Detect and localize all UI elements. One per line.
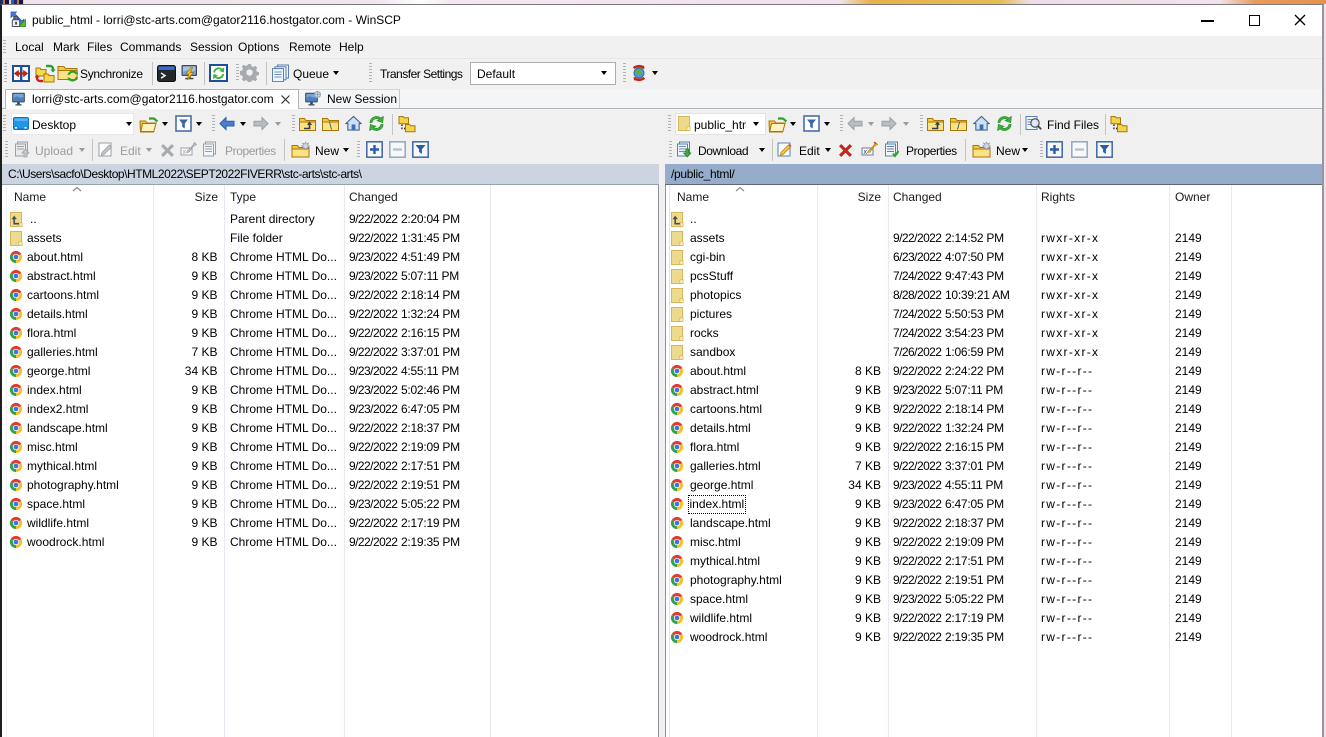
svg-text:x: x — [183, 149, 187, 156]
svg-text:\: \ — [329, 122, 332, 133]
svg-text:x: x — [864, 149, 868, 156]
svg-text:/: / — [957, 122, 960, 133]
